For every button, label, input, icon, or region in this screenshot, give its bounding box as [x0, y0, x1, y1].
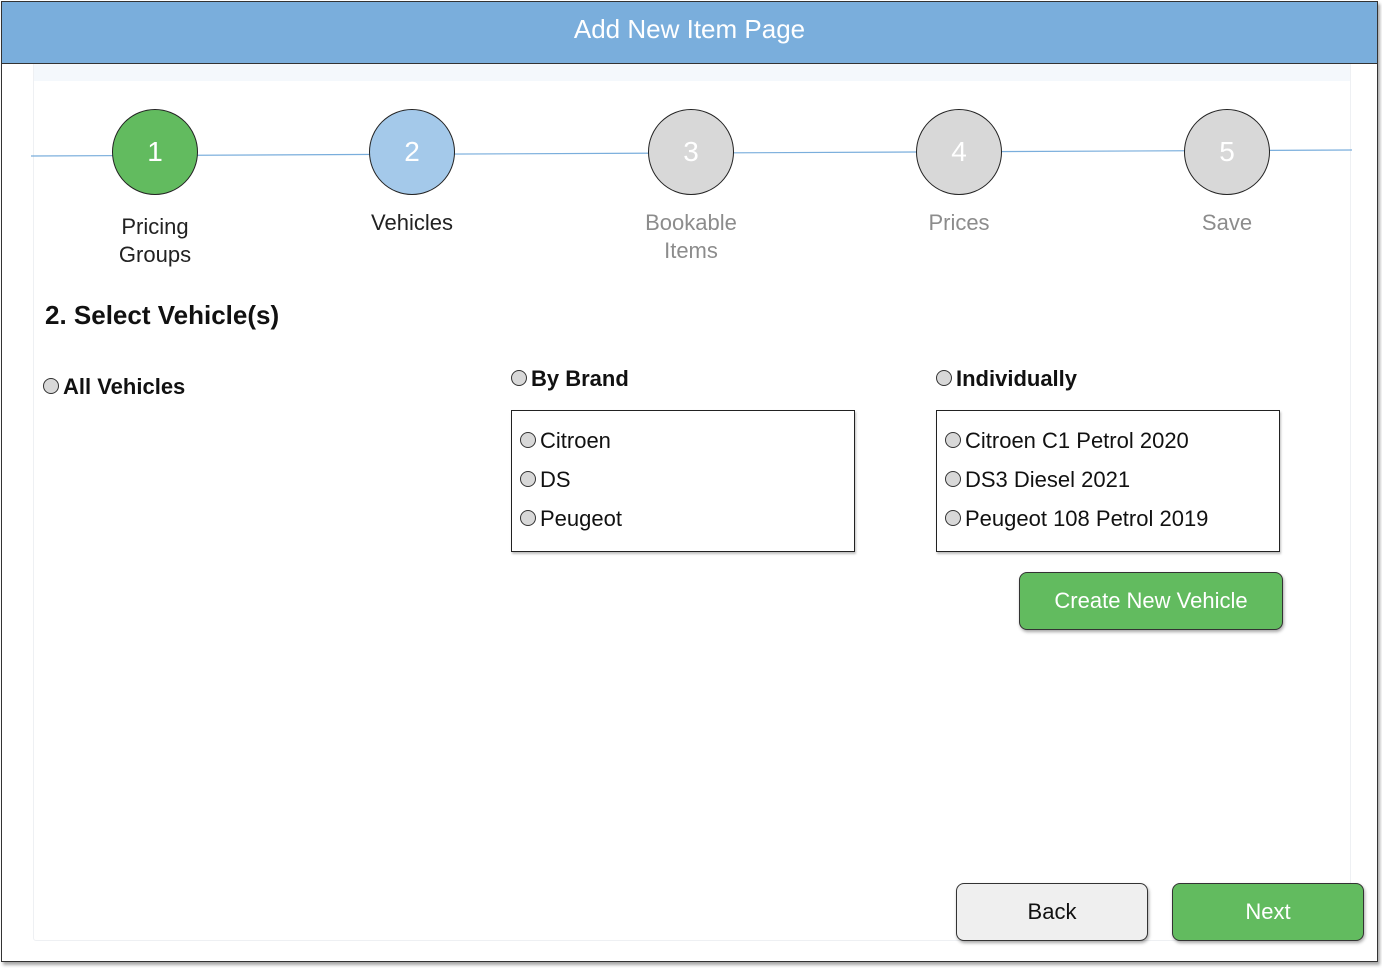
section-title: 2. Select Vehicle(s): [45, 300, 280, 330]
step-vehicles[interactable]: 2 Vehicles: [312, 109, 512, 237]
next-button[interactable]: Next: [1172, 883, 1364, 941]
back-button[interactable]: Back: [956, 883, 1148, 941]
radio-icon[interactable]: [945, 471, 961, 488]
list-item[interactable]: Peugeot 108 Petrol 2019: [937, 503, 1279, 542]
step-label: Vehicles: [371, 210, 453, 235]
step-circle: 3: [648, 109, 734, 195]
step-label: Prices: [928, 210, 990, 235]
by-brand-option[interactable]: By Brand: [511, 366, 629, 392]
radio-icon[interactable]: [511, 370, 527, 387]
individually-option[interactable]: Individually: [936, 366, 1077, 392]
list-item[interactable]: Citroen: [512, 425, 854, 464]
radio-icon[interactable]: [945, 432, 961, 449]
step-save[interactable]: 5 Save: [1127, 109, 1327, 237]
step-circle: 5: [1184, 109, 1270, 195]
step-circle: 1: [112, 109, 198, 195]
radio-icon[interactable]: [936, 370, 952, 387]
step-label: Bookable Items: [645, 210, 737, 263]
step-circle: 4: [916, 109, 1002, 195]
step-prices[interactable]: 4 Prices: [859, 109, 1059, 237]
all-vehicles-option[interactable]: All Vehicles: [43, 374, 185, 400]
list-item[interactable]: DS: [512, 464, 854, 503]
option-label: By Brand: [531, 366, 629, 391]
list-item[interactable]: Peugeot: [512, 503, 854, 542]
option-label: Individually: [956, 366, 1078, 391]
radio-icon[interactable]: [520, 510, 536, 527]
create-new-vehicle-button[interactable]: Create New Vehicle: [1019, 572, 1283, 630]
brand-list: Citroen DS Peugeot: [511, 410, 855, 552]
radio-icon[interactable]: [43, 378, 59, 395]
radio-icon[interactable]: [945, 510, 961, 527]
list-item[interactable]: Citroen C1 Petrol 2020: [937, 425, 1279, 464]
wizard-window: Add New Item Page 1 Pricing Groups 2 Veh…: [1, 1, 1378, 962]
radio-icon[interactable]: [520, 432, 536, 449]
step-pricing-groups[interactable]: 1 Pricing Groups: [55, 109, 255, 269]
vehicle-list: Citroen C1 Petrol 2020 DS3 Diesel 2021 P…: [936, 410, 1280, 552]
step-label: Pricing Groups: [118, 214, 192, 267]
step-circle: 2: [369, 109, 455, 195]
radio-icon[interactable]: [520, 471, 536, 488]
option-label: All Vehicles: [63, 374, 186, 399]
step-bookable-items[interactable]: 3 Bookable Items: [591, 109, 791, 265]
step-label: Save: [1201, 210, 1253, 235]
list-item[interactable]: DS3 Diesel 2021: [937, 464, 1279, 503]
